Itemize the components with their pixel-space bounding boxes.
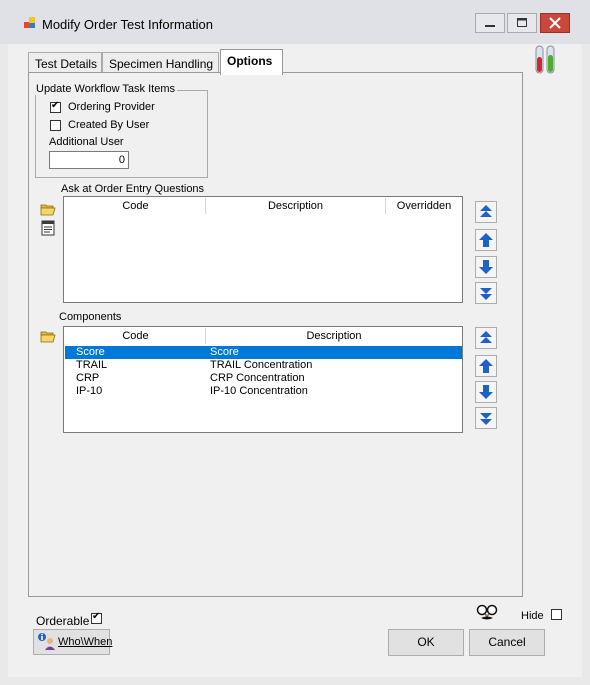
test-tubes-icon	[535, 45, 555, 74]
double-up-arrow-icon	[480, 205, 492, 217]
tab-label: Test Details	[35, 57, 98, 71]
options-panel-body: Update Workflow Task Items Ordering Prov…	[29, 73, 522, 596]
table-row[interactable]: TRAIL TRAIL Concentration	[65, 359, 462, 372]
components-label: Components	[59, 311, 122, 323]
questions-column-overridden[interactable]: Overridden	[386, 198, 462, 214]
disguise-glasses-icon	[476, 604, 498, 620]
component-move-bottom-button[interactable]	[475, 407, 497, 429]
component-description: TRAIL Concentration	[210, 359, 313, 371]
question-move-up-button[interactable]	[475, 229, 497, 251]
workflow-groupbox: Update Workflow Task Items Ordering Prov…	[34, 83, 208, 178]
restore-button[interactable]	[507, 13, 537, 33]
minimize-button[interactable]	[475, 13, 505, 33]
info-person-icon	[38, 633, 55, 650]
questions-column-description[interactable]: Description	[206, 198, 386, 214]
component-move-top-button[interactable]	[475, 327, 497, 349]
app-icon	[24, 17, 35, 28]
created-by-user-checkbox[interactable]	[50, 120, 61, 131]
component-code: IP-10	[76, 385, 103, 397]
open-folder-icon[interactable]	[40, 328, 56, 344]
up-arrow-icon	[479, 359, 493, 373]
additional-user-field[interactable]: 0	[49, 151, 129, 169]
tab-specimen-handling[interactable]: Specimen Handling	[102, 52, 219, 72]
title-bar[interactable]: Modify Order Test Information	[0, 0, 590, 44]
down-arrow-icon	[479, 260, 493, 274]
component-move-down-button[interactable]	[475, 381, 497, 403]
open-folder-icon[interactable]	[40, 201, 56, 217]
options-tab-panel: Update Workflow Task Items Ordering Prov…	[28, 72, 523, 597]
ordering-provider-label: Ordering Provider	[68, 101, 155, 113]
ok-button[interactable]: OK	[388, 629, 464, 656]
components-listview[interactable]: Code Description Score Score TRAIL TRAIL…	[63, 326, 463, 433]
window-title: Modify Order Test Information	[42, 17, 213, 32]
tab-options[interactable]: Options	[220, 49, 283, 75]
tab-label: Specimen Handling	[109, 57, 214, 71]
double-down-arrow-icon	[480, 413, 492, 425]
properties-icon[interactable]	[40, 220, 56, 236]
component-move-up-button[interactable]	[475, 355, 497, 377]
orderable-checkbox[interactable]	[91, 611, 102, 624]
workflow-groupbox-legend: Update Workflow Task Items	[34, 83, 177, 95]
close-button[interactable]	[540, 13, 570, 33]
cancel-button[interactable]: Cancel	[469, 629, 545, 656]
component-code: Score	[76, 346, 105, 358]
down-arrow-icon	[479, 385, 493, 399]
table-row[interactable]: Score Score	[65, 346, 462, 359]
table-row[interactable]: IP-10 IP-10 Concentration	[65, 385, 462, 398]
components-column-description[interactable]: Description	[206, 328, 462, 344]
component-description: Score	[210, 346, 239, 358]
component-code: TRAIL	[76, 359, 108, 371]
created-by-user-label: Created By User	[68, 119, 150, 131]
close-icon	[549, 17, 561, 29]
question-move-top-button[interactable]	[475, 201, 497, 223]
questions-listview[interactable]: Code Description Overridden	[63, 196, 463, 303]
tab-label: Options	[227, 54, 273, 68]
restore-icon	[517, 18, 527, 27]
hide-checkbox[interactable]	[551, 609, 562, 620]
tab-test-details[interactable]: Test Details	[28, 52, 102, 72]
questions-label: Ask at Order Entry Questions	[61, 183, 205, 195]
hide-label: Hide	[521, 610, 544, 622]
questions-column-code[interactable]: Code	[66, 198, 206, 214]
additional-user-label: Additional User	[49, 136, 124, 148]
table-row[interactable]: CRP CRP Concentration	[65, 372, 462, 385]
component-description: IP-10 Concentration	[210, 385, 308, 397]
whowhen-button[interactable]: Who\When	[33, 629, 113, 655]
question-move-down-button[interactable]	[475, 256, 497, 278]
components-column-code[interactable]: Code	[66, 328, 206, 344]
up-arrow-icon	[479, 233, 493, 247]
question-move-bottom-button[interactable]	[475, 282, 497, 304]
orderable-label: Orderable	[36, 614, 90, 628]
double-up-arrow-icon	[480, 331, 492, 343]
dialog-client-area: Test Details Specimen Handling Options U…	[8, 44, 582, 677]
double-down-arrow-icon	[480, 288, 492, 300]
component-code: CRP	[76, 372, 100, 384]
minimize-icon	[485, 25, 495, 27]
whowhen-label: Who\When	[58, 636, 113, 648]
component-description: CRP Concentration	[210, 372, 305, 384]
dialog-window: Modify Order Test Information Test Detai…	[0, 0, 590, 685]
ordering-provider-checkbox[interactable]	[50, 100, 61, 113]
